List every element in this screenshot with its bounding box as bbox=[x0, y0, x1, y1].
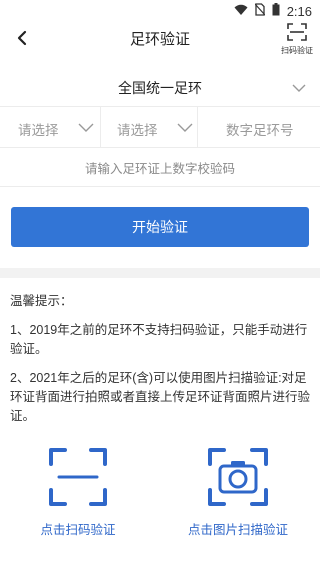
year-select-placeholder: 请选择 bbox=[18, 123, 59, 138]
year-select[interactable]: 请选择 bbox=[0, 107, 101, 147]
area-select[interactable]: 请选择 bbox=[101, 107, 198, 147]
battery-icon bbox=[272, 3, 280, 19]
scan-verify-label: 扫码验证 bbox=[281, 46, 313, 55]
status-bar: 2:16 bbox=[0, 0, 320, 22]
divider bbox=[0, 186, 320, 187]
scan-frame-icon bbox=[49, 448, 107, 506]
start-verify-button[interactable]: 开始验证 bbox=[11, 207, 309, 247]
camera-icon bbox=[208, 448, 268, 506]
navigation-bar: 足环验证 扫码验证 bbox=[0, 22, 320, 56]
scan-verify-button[interactable]: 扫码验证 bbox=[280, 22, 314, 56]
scan-icon bbox=[287, 23, 307, 41]
tip-item: 2、2021年之后的足环(含)可以使用图片扫描验证:对足环证背面进行拍照或者直接… bbox=[10, 371, 311, 423]
ring-number-input[interactable]: 数字足环号 bbox=[198, 107, 320, 147]
tips-title: 温馨提示： bbox=[10, 294, 73, 308]
region-value: 全国统一足环 bbox=[118, 80, 202, 96]
region-select[interactable]: 全国统一足环 bbox=[0, 68, 320, 107]
page-title: 足环验证 bbox=[129, 31, 190, 48]
no-sim-icon bbox=[254, 3, 266, 19]
photo-scan-action[interactable]: 点击图片扫描验证 bbox=[183, 446, 293, 538]
verify-code-input[interactable]: 请输入足环证上数字校验码 bbox=[0, 158, 320, 177]
area-select-placeholder: 请选择 bbox=[117, 123, 158, 138]
chevron-down-icon bbox=[292, 80, 306, 98]
scan-code-action[interactable]: 点击扫码验证 bbox=[38, 446, 118, 538]
ring-number-row: 请选择 请选择 数字足环号 bbox=[0, 107, 320, 148]
scan-code-label: 点击扫码验证 bbox=[40, 523, 116, 537]
section-divider bbox=[0, 268, 320, 278]
chevron-down-icon bbox=[78, 120, 94, 138]
wifi-icon bbox=[234, 4, 248, 19]
chevron-down-icon bbox=[177, 120, 193, 138]
ring-number-placeholder: 数字足环号 bbox=[226, 123, 294, 138]
status-time: 2:16 bbox=[286, 3, 312, 19]
tip-item: 1、2019年之前的足环不支持扫码验证，只能手动进行验证。 bbox=[10, 323, 308, 356]
tips-section: 温馨提示： 1、2019年之前的足环不支持扫码验证，只能手动进行验证。 2、20… bbox=[10, 292, 310, 436]
photo-scan-label: 点击图片扫描验证 bbox=[187, 523, 288, 537]
